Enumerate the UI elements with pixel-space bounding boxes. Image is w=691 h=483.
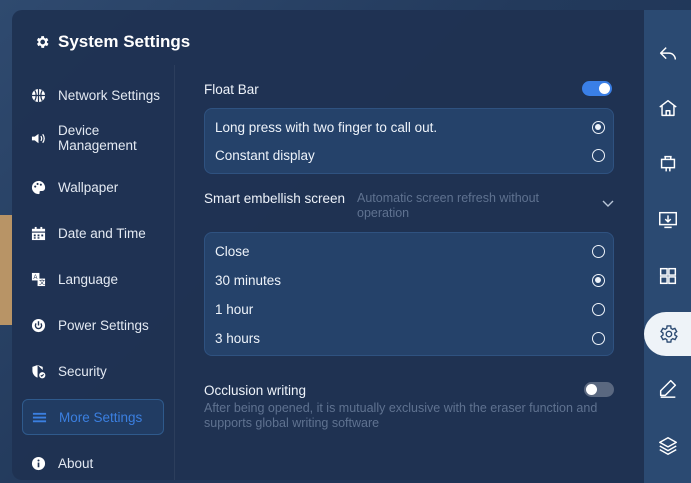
- apps-button[interactable]: [644, 254, 691, 298]
- sidebar-item-label: Network Settings: [58, 87, 161, 103]
- layers-button[interactable]: [644, 424, 691, 468]
- signal-source-button[interactable]: [644, 142, 691, 186]
- radio-button[interactable]: [592, 120, 605, 134]
- radio-button[interactable]: [592, 148, 605, 162]
- float-bar-option-constant-display[interactable]: Constant display: [215, 141, 605, 169]
- occlusion-writing-description: After being opened, it is mutually exclu…: [204, 401, 598, 430]
- info-icon: [30, 455, 46, 471]
- menu-icon: [31, 409, 47, 425]
- panel-header: System Settings: [34, 32, 190, 52]
- home-icon: [658, 99, 677, 117]
- speaker-icon: [30, 130, 46, 146]
- settings-panel: System Settings Network Settings Device …: [12, 10, 644, 480]
- float-bar-toggle[interactable]: [582, 81, 612, 96]
- back-icon: [659, 47, 676, 60]
- option-label: 30 minutes: [215, 272, 282, 288]
- globe-icon: [30, 87, 46, 103]
- gear-icon: [36, 36, 49, 48]
- sidebar-item-power-settings[interactable]: Power Settings: [22, 307, 164, 343]
- layers-icon: [658, 437, 677, 455]
- smart-embellish-option-3-hours[interactable]: 3 hours: [215, 324, 605, 352]
- sidebar-item-wallpaper[interactable]: Wallpaper: [22, 169, 164, 205]
- sidebar-item-date-and-time[interactable]: Date and Time: [22, 215, 164, 251]
- background-strip: [0, 215, 12, 325]
- float-bar-label: Float Bar: [204, 82, 259, 97]
- signal-source-icon: [660, 155, 675, 172]
- radio-button[interactable]: [592, 331, 605, 345]
- sidebar-item-about[interactable]: About: [22, 445, 164, 480]
- sidebar-item-language[interactable]: A文 Language: [22, 261, 164, 297]
- option-label: Constant display: [215, 147, 315, 163]
- sidebar-item-label: Security: [58, 363, 107, 379]
- option-label: Long press with two finger to call out.: [215, 119, 438, 135]
- sidebar-item-label: Power Settings: [58, 317, 149, 333]
- sidebar-item-label: Language: [58, 271, 119, 287]
- home-button[interactable]: [644, 86, 691, 130]
- sidebar-item-label: More Settings: [59, 409, 143, 425]
- screen-share-button[interactable]: [644, 198, 691, 242]
- settings-icon: [659, 325, 678, 343]
- back-button[interactable]: [644, 32, 691, 76]
- option-label: 1 hour: [215, 301, 254, 317]
- sidebar-item-label: Date and Time: [58, 225, 146, 241]
- sidebar: Network Settings Device Management Wallp…: [12, 65, 174, 480]
- right-toolbar: [644, 10, 691, 483]
- smart-embellish-options: Close 30 minutes 1 hour 3 hours: [204, 232, 614, 356]
- option-label: Close: [215, 243, 250, 259]
- float-bar-options: Long press with two finger to call out. …: [204, 108, 614, 174]
- smart-embellish-label: Smart embellish screen: [204, 191, 346, 206]
- radio-button[interactable]: [592, 302, 605, 316]
- sidebar-item-label: Device Management: [58, 123, 137, 153]
- sidebar-item-network-settings[interactable]: Network Settings: [22, 77, 164, 113]
- language-icon: A文: [30, 271, 46, 287]
- radio-button[interactable]: [592, 273, 605, 287]
- sidebar-item-security[interactable]: Security: [22, 353, 164, 389]
- occlusion-writing-label: Occlusion writing: [204, 383, 307, 398]
- page-title: System Settings: [58, 32, 191, 51]
- settings-button[interactable]: [644, 312, 691, 356]
- palette-icon: [30, 179, 46, 195]
- shield-icon: [30, 363, 46, 379]
- radio-button[interactable]: [592, 244, 605, 258]
- sidebar-item-device-management[interactable]: Device Management: [22, 117, 164, 159]
- sidebar-divider: [174, 65, 175, 480]
- chevron-down-icon[interactable]: [602, 200, 614, 208]
- smart-embellish-description: Automatic screen refresh without operati…: [357, 191, 540, 220]
- pen-button[interactable]: [644, 366, 691, 410]
- occlusion-writing-toggle[interactable]: [584, 382, 614, 397]
- smart-embellish-option-1-hour[interactable]: 1 hour: [215, 295, 605, 323]
- smart-embellish-option-close[interactable]: Close: [215, 237, 605, 265]
- sidebar-item-more-settings[interactable]: More Settings: [22, 399, 164, 435]
- sidebar-item-label: Wallpaper: [58, 179, 119, 195]
- float-bar-option-long-press[interactable]: Long press with two finger to call out.: [215, 113, 605, 141]
- svg-text:文: 文: [38, 278, 44, 286]
- calendar-icon: [30, 225, 46, 241]
- power-icon: [30, 317, 46, 333]
- sidebar-item-label: About: [58, 455, 94, 471]
- pen-icon: [659, 379, 676, 398]
- screen-share-icon: [658, 211, 677, 229]
- option-label: 3 hours: [215, 330, 261, 346]
- smart-embellish-option-30-minutes[interactable]: 30 minutes: [215, 266, 605, 294]
- apps-icon: [659, 267, 676, 285]
